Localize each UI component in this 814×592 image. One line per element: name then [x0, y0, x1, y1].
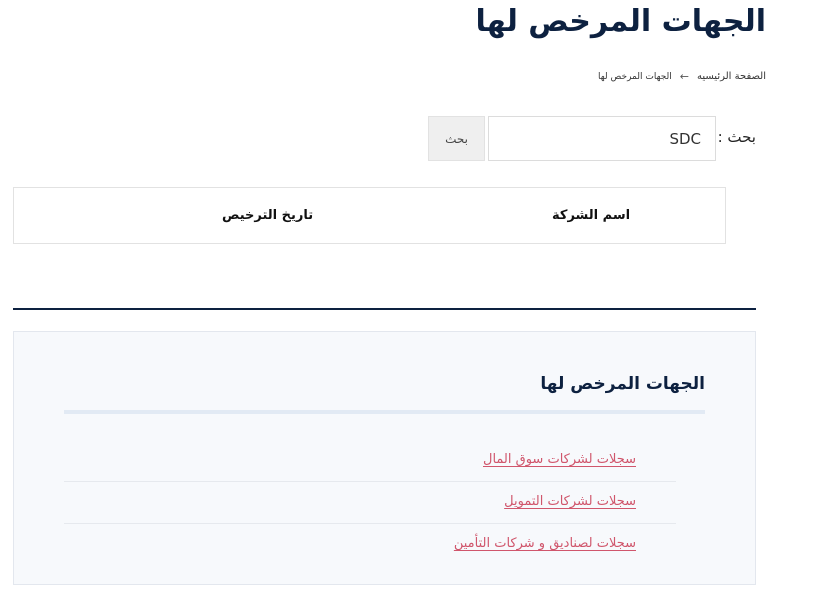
arrow-left-icon: ←	[679, 70, 689, 83]
breadcrumb-home-link[interactable]: الصفحة الرئيسيه	[697, 71, 766, 82]
search-label: بحث :	[717, 128, 756, 146]
panel-title-underline	[64, 410, 705, 414]
list-item: سجلات لشركات التمويل	[64, 482, 676, 524]
licensed-entities-panel: الجهات المرخص لها سجلات لشركات سوق المال…	[13, 331, 756, 585]
breadcrumb: الصفحة الرئيسيه ← الجهات المرخص لها	[598, 70, 766, 83]
list-item: سجلات لصناديق و شركات التأمين	[64, 524, 676, 566]
column-header-license-date[interactable]: تاريخ الترخيص	[222, 208, 313, 223]
search-button[interactable]: بحث	[428, 116, 485, 161]
panel-title: الجهات المرخص لها	[540, 374, 705, 394]
finance-companies-registers-link[interactable]: سجلات لشركات التمويل	[504, 494, 636, 509]
results-table: اسم الشركة تاريخ الترخيص	[13, 187, 726, 244]
panel-link-list: سجلات لشركات سوق المال سجلات لشركات التم…	[64, 440, 676, 566]
insurance-funds-registers-link[interactable]: سجلات لصناديق و شركات التأمين	[454, 536, 636, 551]
breadcrumb-current: الجهات المرخص لها	[598, 71, 672, 82]
list-item: سجلات لشركات سوق المال	[64, 440, 676, 482]
capital-market-registers-link[interactable]: سجلات لشركات سوق المال	[483, 452, 636, 467]
page: الجهات المرخص لها الصفحة الرئيسيه ← الجه…	[0, 0, 814, 592]
section-divider	[13, 308, 756, 310]
column-header-company-name[interactable]: اسم الشركة	[552, 208, 630, 223]
search-input[interactable]	[488, 116, 716, 161]
page-title: الجهات المرخص لها	[475, 4, 766, 39]
